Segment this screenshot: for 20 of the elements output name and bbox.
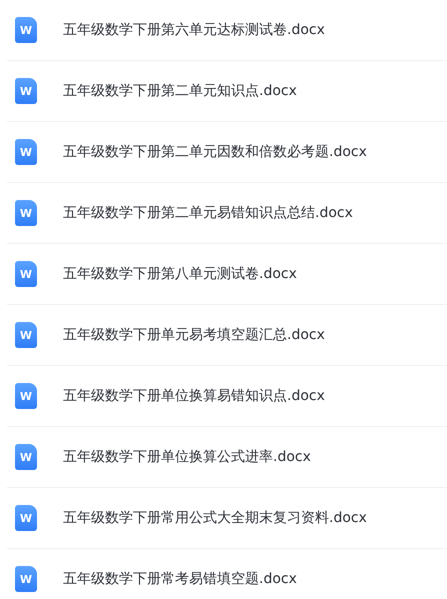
word-file-icon: W — [15, 78, 37, 104]
file-name[interactable]: 五年级数学下册单位换算易错知识点.docx — [63, 386, 325, 406]
file-name[interactable]: 五年级数学下册常用公式大全期末复习资料.docx — [63, 508, 367, 528]
file-name[interactable]: 五年级数学下册第二单元因数和倍数必考题.docx — [63, 142, 367, 162]
word-file-icon: W — [15, 17, 37, 43]
file-name[interactable]: 五年级数学下册第二单元易错知识点总结.docx — [63, 202, 353, 224]
file-name[interactable]: 五年级数学下册单元易考填空题汇总.docx — [63, 324, 325, 346]
file-name[interactable]: 五年级数学下册单位换算公式进率.docx — [63, 446, 311, 468]
file-name[interactable]: 五年级数学下册第八单元测试卷.docx — [63, 264, 297, 284]
word-file-icon: W — [15, 383, 37, 409]
file-name[interactable]: 五年级数学下册第六单元达标测试卷.docx — [63, 20, 325, 40]
word-file-icon: W — [15, 505, 37, 531]
word-file-icon: W — [15, 139, 37, 165]
word-file-icon: W — [15, 200, 37, 226]
file-name[interactable]: 五年级数学下册常考易错填空题.docx — [63, 568, 297, 590]
word-file-icon: W — [15, 444, 37, 470]
word-file-icon: W — [15, 322, 37, 348]
word-file-icon: W — [15, 566, 37, 592]
word-file-icon: W — [15, 261, 37, 287]
file-name[interactable]: 五年级数学下册第二单元知识点.docx — [63, 80, 297, 102]
